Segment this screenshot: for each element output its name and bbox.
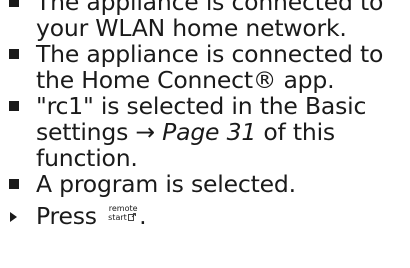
requirement-text: A program is selected. xyxy=(36,170,296,198)
action-verb: Press xyxy=(36,202,97,230)
remote-start-icon xyxy=(127,213,136,221)
requirement-wlan: The appliance is connected to your WLAN … xyxy=(0,0,410,41)
requirements-section: The appliance is connected to your WLAN … xyxy=(0,0,410,229)
bullet-square-icon xyxy=(9,0,19,7)
requirement-text: The appliance is connected to your WLAN … xyxy=(36,0,384,42)
action-triangle-icon xyxy=(10,212,17,222)
bullet-square-icon xyxy=(9,101,19,111)
remote-start-label-top: remote xyxy=(108,204,138,213)
action-end: . xyxy=(139,202,147,230)
requirement-program: A program is selected. xyxy=(0,171,410,197)
requirement-text: The appliance is connected to the Home C… xyxy=(36,40,384,94)
requirements-list: The appliance is connected to your WLAN … xyxy=(0,0,410,197)
remote-start-label-bottom: start xyxy=(108,213,127,222)
bullet-square-icon xyxy=(9,49,19,59)
requirement-app: The appliance is connected to the Home C… xyxy=(0,41,410,93)
action-step: Press remote start . xyxy=(0,203,410,229)
remote-start-button-symbol: remote start xyxy=(108,204,138,226)
requirement-rc1: "rc1" is selected in the Basic settings … xyxy=(0,93,410,171)
requirement-text: "rc1" is selected in the Basic settings … xyxy=(36,92,366,172)
bullet-square-icon xyxy=(9,179,19,189)
page-reference-link[interactable]: Page 31 xyxy=(162,118,256,146)
arrow-right-icon: → xyxy=(135,118,155,146)
remote-start-label-bottom-wrap: start xyxy=(108,213,136,223)
